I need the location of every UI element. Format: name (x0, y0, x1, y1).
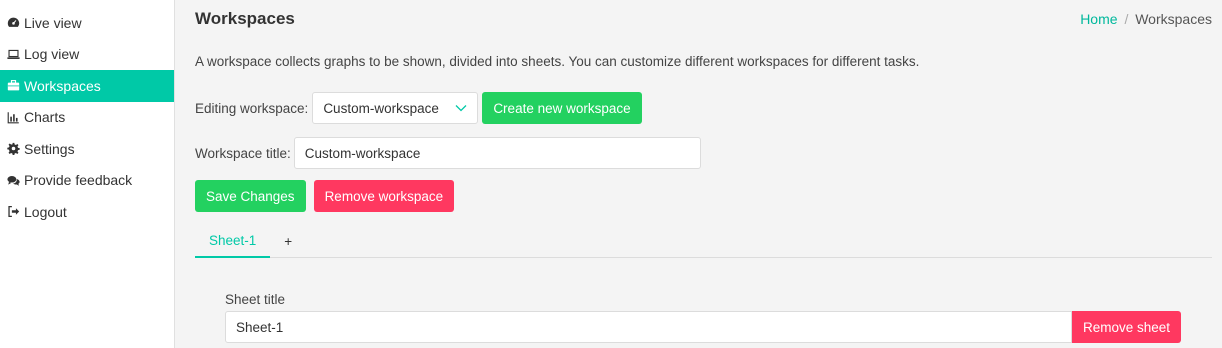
sidebar-item-provide-feedback[interactable]: Provide feedback (0, 165, 174, 197)
workspace-actions-row: Save Changes Remove workspace (195, 180, 455, 212)
workspace-title-label: Workspace title: (195, 145, 291, 161)
editing-workspace-row: Editing workspace: Custom-workspace Crea… (195, 92, 642, 124)
sidebar-item-log-view[interactable]: Log view (0, 39, 174, 71)
sign-out-icon (6, 205, 20, 219)
laptop-icon (6, 47, 20, 61)
briefcase-icon (6, 79, 20, 93)
sidebar-item-settings[interactable]: Settings (0, 133, 174, 165)
main-content: Workspaces Home / Workspaces A workspace… (176, 0, 1222, 348)
sidebar-item-label: Settings (24, 140, 75, 157)
workspace-select-value: Custom-workspace (323, 100, 439, 116)
sidebar-item-logout[interactable]: Logout (0, 196, 174, 228)
page-title: Workspaces (195, 9, 295, 28)
remove-sheet-button[interactable]: Remove sheet (1072, 311, 1182, 343)
sidebar-item-label: Workspaces (24, 77, 101, 94)
breadcrumb: Home / Workspaces (1080, 11, 1212, 27)
tab-add-sheet[interactable]: + (270, 224, 306, 258)
breadcrumb-home-link[interactable]: Home (1080, 11, 1117, 27)
workspace-title-row: Workspace title: (195, 137, 701, 169)
workspace-title-input[interactable] (293, 137, 701, 169)
comments-icon (6, 173, 20, 187)
sidebar-item-label: Provide feedback (24, 172, 133, 189)
breadcrumb-separator: / (1124, 11, 1129, 27)
sidebar-item-label: Logout (24, 203, 67, 220)
sidebar-item-charts[interactable]: Charts (0, 102, 174, 134)
save-changes-button[interactable]: Save Changes (195, 180, 306, 212)
sidebar-item-workspaces[interactable]: Workspaces (0, 70, 174, 102)
sidebar-item-live-view[interactable]: Live view (0, 7, 174, 39)
chevron-down-icon (455, 104, 467, 112)
gear-icon (6, 142, 20, 156)
editing-workspace-label: Editing workspace: (195, 100, 309, 116)
page-description: A workspace collects graphs to be shown,… (195, 54, 920, 69)
create-workspace-button[interactable]: Create new workspace (482, 92, 642, 124)
remove-workspace-button[interactable]: Remove workspace (313, 180, 455, 212)
tab-sheet-1[interactable]: Sheet-1 (195, 224, 271, 258)
breadcrumb-current: Workspaces (1135, 11, 1212, 27)
bar-chart-icon (6, 110, 20, 124)
sheet-title-row: Remove sheet (225, 311, 1182, 343)
dashboard-icon (6, 16, 20, 30)
sidebar-item-label: Log view (24, 46, 80, 63)
sidebar-item-label: Live view (24, 14, 82, 31)
sheet-tabs: Sheet-1 + (195, 224, 1212, 258)
sheet-title-input[interactable] (225, 311, 1072, 343)
sidebar: Live view Log view Workspaces Charts Set… (0, 0, 175, 348)
sheet-title-label: Sheet title (225, 292, 286, 307)
sidebar-item-label: Charts (24, 109, 66, 126)
workspace-select[interactable]: Custom-workspace (312, 92, 479, 124)
